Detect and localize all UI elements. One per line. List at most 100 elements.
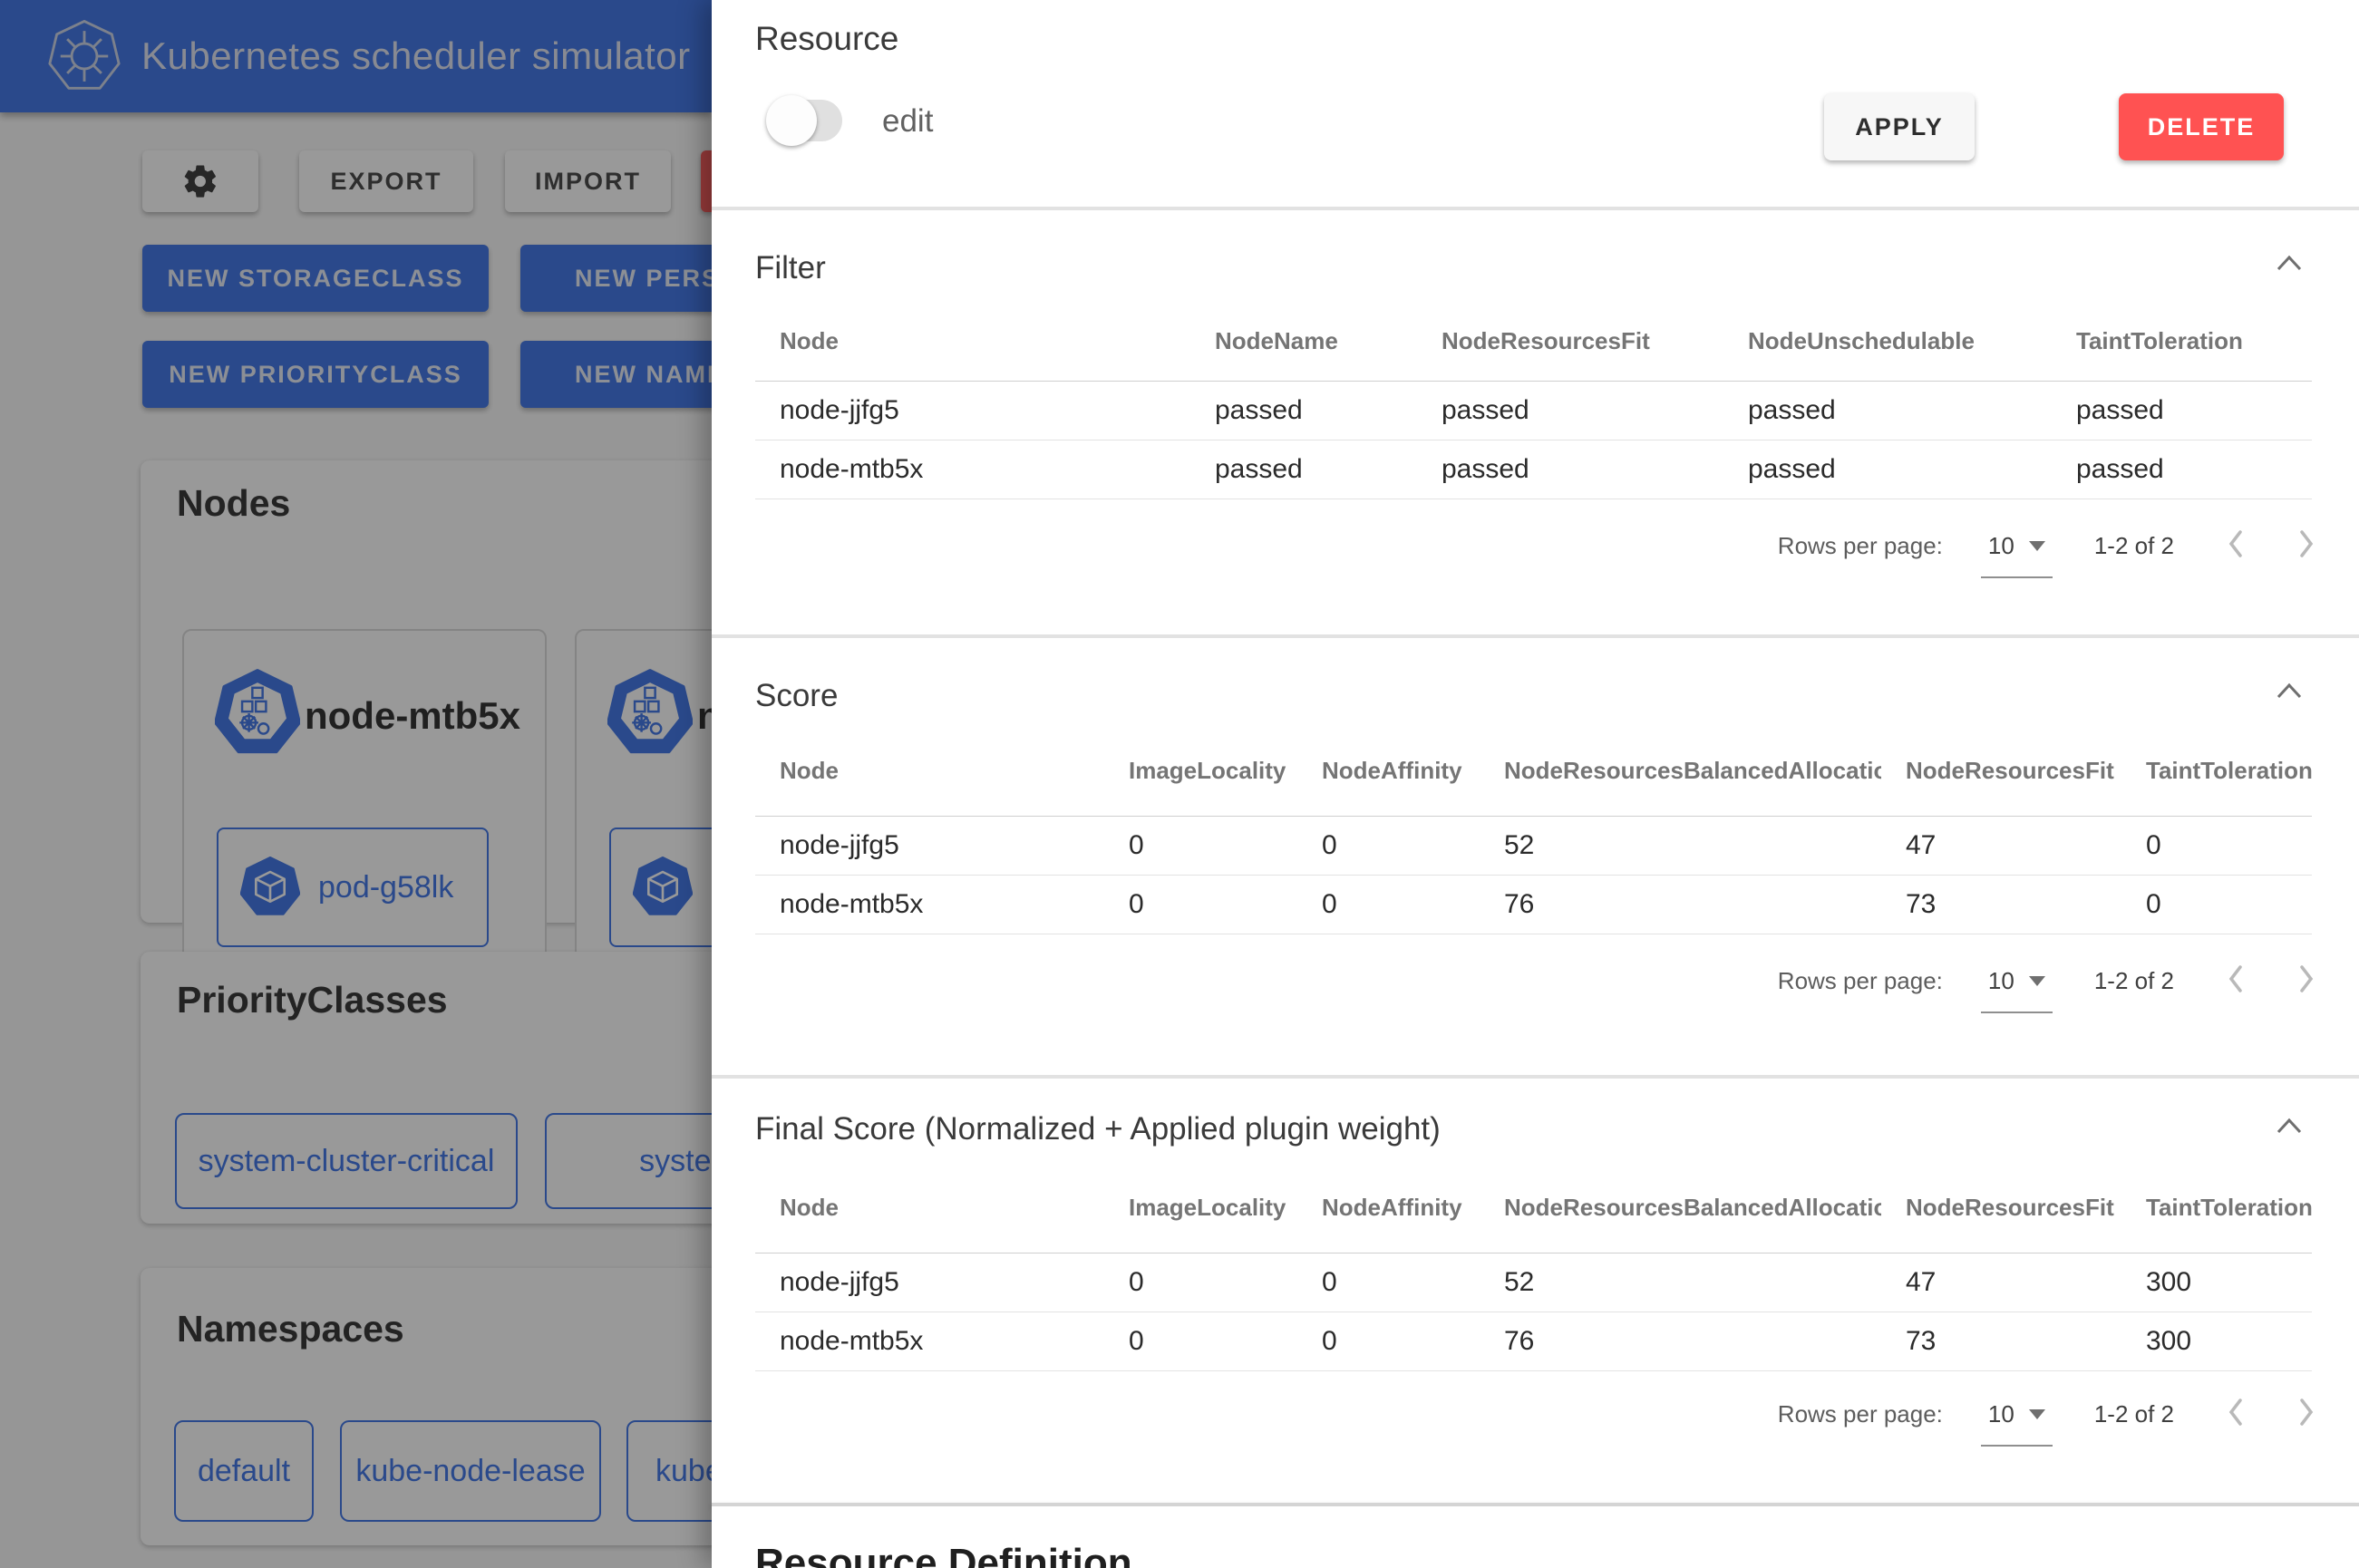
page-range: 1-2 of 2 [2094,1398,2174,1430]
rows-per-page-label: Rows per page: [1778,1398,1943,1430]
table-row: node-jjfg5passedpassedpassedpassed [755,382,2312,440]
table-cell: passed [1190,440,1417,499]
resource-header-section: Resource edit APPLY DELETE [712,0,2359,207]
final-score-title: Final Score (Normalized + Applied plugin… [755,1111,1441,1147]
table-cell: node-mtb5x [755,1312,1104,1371]
rows-per-page-value: 10 [1988,964,2014,997]
table-cell: 52 [1480,1253,1881,1312]
final-score-pagination: Rows per page: 10 1-2 of 2 [1778,1398,2315,1447]
table-cell: 0 [1297,817,1480,876]
table-cell: node-jjfg5 [755,382,1190,440]
page-range: 1-2 of 2 [2094,964,2174,997]
rows-per-page-label: Rows per page: [1778,529,1943,562]
column-header: NodeAffinity [1297,725,1480,817]
table-cell: passed [2052,440,2312,499]
filter-table: NodeNodeNameNodeResourcesFitNodeUnschedu… [755,301,2312,499]
delete-button[interactable]: DELETE [2119,93,2284,160]
column-header: NodeAffinity [1297,1162,1480,1253]
table-cell: 47 [1881,1253,2121,1312]
rows-per-page-value: 10 [1988,1398,2014,1430]
score-section: Score NodeImageLocalityNodeAffinityNodeR… [712,638,2359,1075]
modal-scrim[interactable] [0,0,712,1568]
score-title: Score [755,678,838,714]
score-pagination: Rows per page: 10 1-2 of 2 [1778,964,2315,1013]
table-cell: 0 [1104,817,1297,876]
table-cell: 52 [1480,817,1881,876]
score-table: NodeImageLocalityNodeAffinityNodeResourc… [755,725,2312,934]
collapse-filter-icon[interactable] [2276,254,2303,272]
table-cell: 76 [1480,876,1881,934]
resource-definition-section: Resource Definition [712,1506,2359,1568]
rows-per-page-select[interactable]: 10 [1981,1398,2053,1447]
rows-per-page-select[interactable]: 10 [1981,964,2053,1013]
dropdown-arrow-icon [2029,976,2045,986]
table-cell: 0 [1297,1253,1480,1312]
table-cell: 73 [1881,1312,2121,1371]
column-header: ImageLocality [1104,725,1297,817]
table-cell: passed [1723,440,2052,499]
table-cell: node-mtb5x [755,876,1104,934]
table-row: node-mtb5x0076730 [755,876,2312,934]
dropdown-arrow-icon [2029,1409,2045,1419]
table-cell: passed [1190,382,1417,440]
column-header: NodeName [1190,301,1417,382]
filter-title: Filter [755,250,826,286]
column-header: ImageLocality [1104,1162,1297,1253]
column-header: Node [755,301,1190,382]
rows-per-page-label: Rows per page: [1778,964,1943,997]
column-header: TaintToleration [2052,301,2312,382]
edit-toggle[interactable] [768,100,842,141]
previous-page-icon[interactable] [2227,964,2245,993]
final-score-table: NodeImageLocalityNodeAffinityNodeResourc… [755,1162,2312,1371]
column-header: NodeResourcesFit [1417,301,1723,382]
previous-page-icon[interactable] [2227,529,2245,558]
table-cell: 47 [1881,817,2121,876]
column-header: TaintToleration [2121,1162,2312,1253]
resource-drawer: Resource edit APPLY DELETE Filter NodeNo… [712,0,2359,1568]
resource-definition-title: Resource Definition [755,1541,1132,1568]
column-header: NodeResourcesBalancedAllocation [1480,1162,1881,1253]
table-row: node-mtb5xpassedpassedpassedpassed [755,440,2312,499]
table-cell: 300 [2121,1312,2312,1371]
previous-page-icon[interactable] [2227,1398,2245,1427]
column-header: NodeResourcesBalancedAllocation [1480,725,1881,817]
collapse-score-icon[interactable] [2276,682,2303,700]
table-cell: 73 [1881,876,2121,934]
table-cell: passed [1417,382,1723,440]
table-row: node-jjfg5005247300 [755,1253,2312,1312]
rows-per-page-select[interactable]: 10 [1981,529,2053,578]
table-cell: 0 [1297,1312,1480,1371]
column-header: NodeResourcesFit [1881,1162,2121,1253]
table-row: node-jjfg50052470 [755,817,2312,876]
table-cell: node-jjfg5 [755,817,1104,876]
page-range: 1-2 of 2 [2094,529,2174,562]
apply-button[interactable]: APPLY [1824,93,1975,160]
table-row: node-mtb5x007673300 [755,1312,2312,1371]
table-cell: passed [1417,440,1723,499]
dropdown-arrow-icon [2029,541,2045,551]
filter-section: Filter NodeNodeNameNodeResourcesFitNodeU… [712,210,2359,634]
table-cell: 0 [1104,876,1297,934]
next-page-icon[interactable] [2297,529,2315,558]
next-page-icon[interactable] [2297,1398,2315,1427]
table-cell: 0 [1104,1312,1297,1371]
table-cell: 0 [1104,1253,1297,1312]
column-header: TaintToleration [2121,725,2312,817]
table-cell: 0 [2121,876,2312,934]
table-cell: 300 [2121,1253,2312,1312]
edit-toggle-label: edit [882,103,933,140]
rows-per-page-value: 10 [1988,529,2014,562]
column-header: NodeUnschedulable [1723,301,2052,382]
table-cell: 0 [2121,817,2312,876]
delete-label: DELETE [2148,113,2256,141]
apply-label: APPLY [1855,113,1944,141]
table-cell: 0 [1297,876,1480,934]
app-root: Kubernetes scheduler simulator EXPORT IM… [0,0,2359,1568]
collapse-final-score-icon[interactable] [2276,1117,2303,1135]
edit-toggle-thumb [766,95,817,146]
table-cell: 76 [1480,1312,1881,1371]
final-score-section: Final Score (Normalized + Applied plugin… [712,1079,2359,1503]
next-page-icon[interactable] [2297,964,2315,993]
table-cell: passed [2052,382,2312,440]
table-cell: node-mtb5x [755,440,1190,499]
